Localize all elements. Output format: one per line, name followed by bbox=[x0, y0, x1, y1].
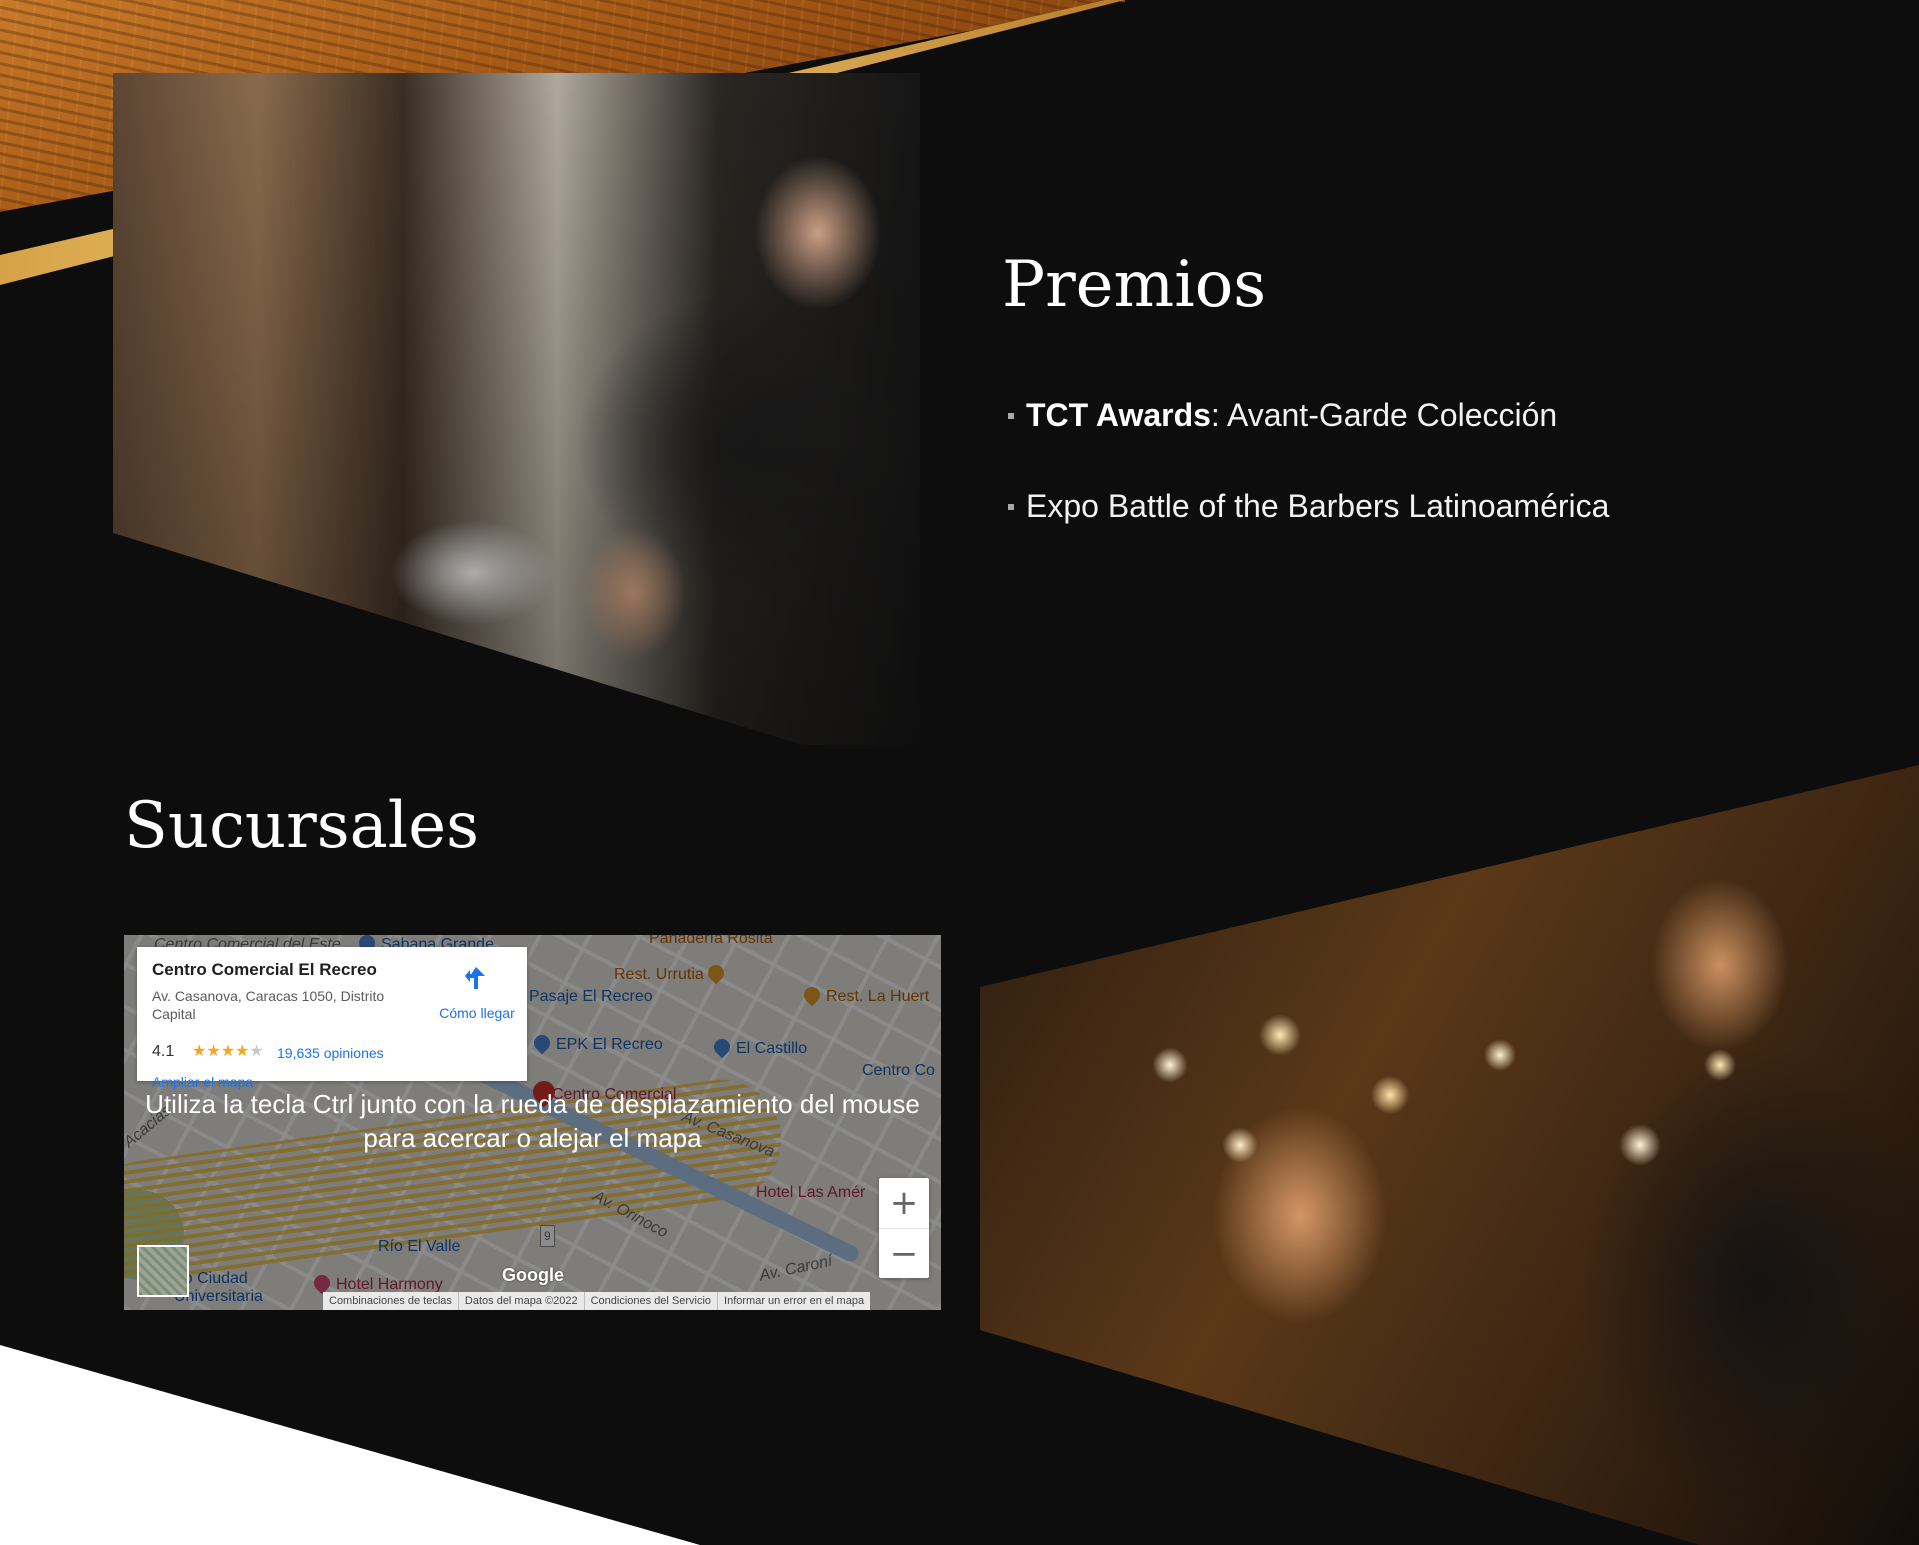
place-title: Centro Comercial El Recreo bbox=[152, 960, 377, 979]
enlarge-map-link[interactable]: Ampliar el mapa bbox=[152, 1074, 253, 1090]
map-data-text: Datos del mapa ©2022 bbox=[457, 1292, 584, 1310]
zoom-out-button[interactable]: − bbox=[879, 1228, 929, 1279]
place-info-card: Centro Comercial El Recreo Av. Casanova,… bbox=[137, 947, 527, 1090]
award-detail: Expo Battle of the Barbers Latinoamérica bbox=[1026, 488, 1610, 524]
award-detail: : Avant-Garde Colección bbox=[1210, 397, 1558, 433]
white-divider-wedge bbox=[0, 1345, 700, 1545]
barber-photo-1-shade bbox=[113, 73, 920, 745]
bullet-icon bbox=[1008, 412, 1014, 419]
rating-stars: ★★★★★ bbox=[192, 1041, 264, 1061]
google-logo: Google bbox=[502, 1265, 564, 1285]
award-item: Expo Battle of the Barbers Latinoamérica bbox=[1008, 486, 1609, 526]
map-footer: Combinaciones de teclas Datos del mapa ©… bbox=[323, 1292, 871, 1310]
premios-heading: Premios bbox=[1002, 248, 1267, 322]
star-filled-icon: ★★★★ bbox=[192, 1043, 250, 1060]
place-address: Av. Casanova, Caracas 1050, Distrito Cap… bbox=[152, 988, 385, 1022]
place-rating: 4.1 bbox=[152, 1043, 175, 1060]
google-map-embed[interactable]: Centro Comercial del Este Sabana Grande … bbox=[124, 935, 941, 1310]
award-item: TCT Awards: Avant-Garde Colección bbox=[1008, 395, 1557, 435]
directions-icon[interactable] bbox=[462, 964, 490, 992]
star-empty-icon: ★ bbox=[249, 1043, 264, 1060]
sucursales-heading: Sucursales bbox=[124, 789, 479, 863]
zoom-in-button[interactable]: + bbox=[879, 1178, 929, 1228]
barber-photo-2 bbox=[980, 765, 1919, 1545]
terms-link[interactable]: Condiciones del Servicio bbox=[583, 1292, 717, 1310]
satellite-layer-toggle[interactable] bbox=[137, 1245, 189, 1297]
bullet-icon bbox=[1008, 503, 1014, 510]
reviews-link[interactable]: 19,635 opiniones bbox=[277, 1045, 384, 1061]
map-scroll-hint: Utiliza la tecla Ctrl junto con la rueda… bbox=[145, 1089, 920, 1153]
report-error-link[interactable]: Informar un error en el mapa bbox=[717, 1292, 870, 1310]
zoom-controls: + − bbox=[879, 1178, 929, 1278]
award-name: TCT Awards bbox=[1026, 397, 1211, 433]
directions-link[interactable]: Cómo llegar bbox=[433, 1005, 521, 1021]
keyboard-shortcuts-link[interactable]: Combinaciones de teclas bbox=[323, 1292, 458, 1310]
